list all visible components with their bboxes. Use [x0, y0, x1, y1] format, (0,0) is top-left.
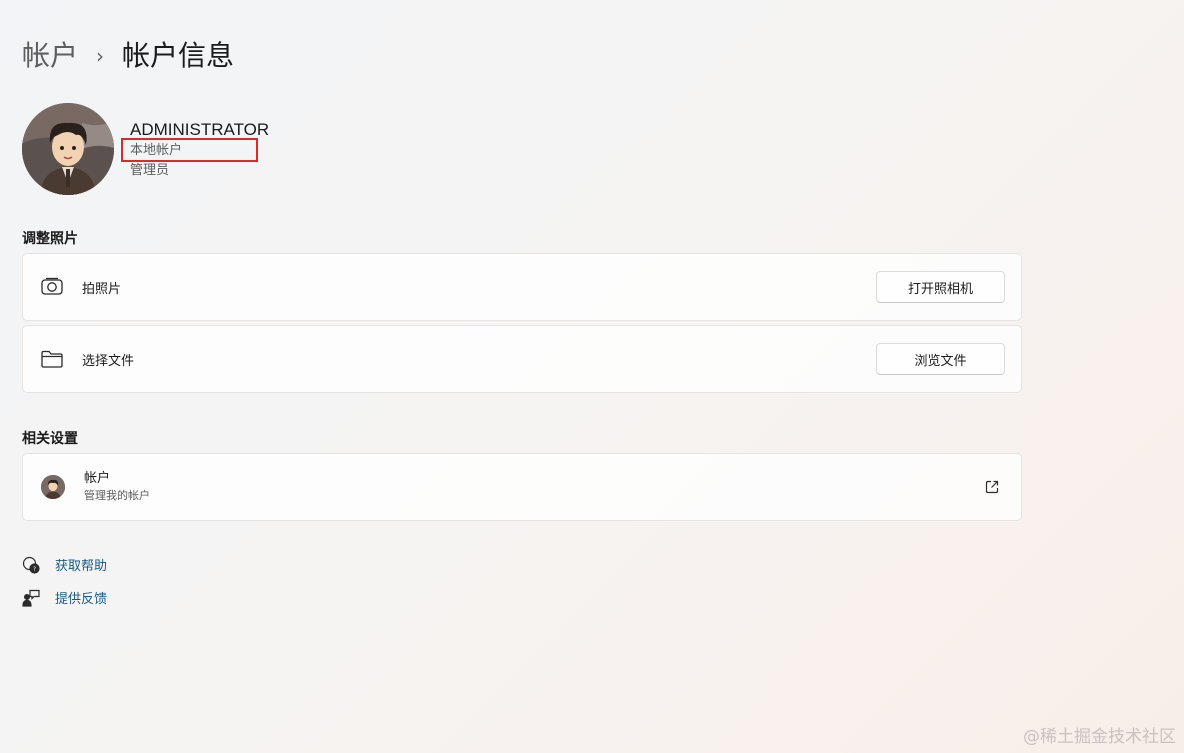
external-link-icon[interactable] — [981, 476, 1003, 498]
choose-file-label: 选择文件 — [82, 353, 135, 369]
svg-text:?: ? — [33, 566, 36, 573]
accounts-card[interactable]: 帐户 管理我的帐户 — [22, 453, 1022, 521]
accounts-title: 帐户 — [84, 471, 111, 486]
accounts-subtitle: 管理我的帐户 — [84, 489, 150, 502]
camera-icon — [41, 276, 63, 298]
section-title-related-settings: 相关设置 — [22, 431, 78, 447]
account-type: 本地帐户 — [121, 138, 269, 162]
choose-file-card: 选择文件 浏览文件 — [22, 325, 1022, 393]
highlight-box — [121, 138, 258, 162]
profile-header: ADMINISTRATOR 本地帐户 管理员 — [22, 103, 269, 195]
avatar — [22, 103, 114, 195]
browse-files-button[interactable]: 浏览文件 — [876, 343, 1005, 375]
get-help-link[interactable]: ? 获取帮助 — [22, 555, 107, 574]
give-feedback-label[interactable]: 提供反馈 — [55, 588, 107, 607]
account-role: 管理员 — [130, 163, 170, 178]
breadcrumb: 帐户 › 帐户信息 — [22, 36, 234, 76]
give-feedback-link[interactable]: 提供反馈 — [22, 588, 107, 607]
page-title: 帐户信息 — [122, 39, 235, 72]
section-title-adjust-photo: 调整照片 — [22, 231, 78, 247]
folder-icon — [41, 348, 63, 370]
feedback-icon — [22, 589, 40, 607]
help-icon: ? — [22, 556, 40, 574]
take-photo-card: 拍照片 打开照相机 — [22, 253, 1022, 321]
get-help-label[interactable]: 获取帮助 — [55, 555, 107, 574]
breadcrumb-parent[interactable]: 帐户 — [22, 36, 78, 76]
take-photo-label: 拍照片 — [82, 281, 122, 297]
open-camera-button[interactable]: 打开照相机 — [876, 271, 1005, 303]
breadcrumb-separator: › — [96, 44, 105, 68]
watermark: @稀土掘金技术社区 — [1023, 727, 1176, 747]
account-avatar-icon — [41, 475, 65, 499]
